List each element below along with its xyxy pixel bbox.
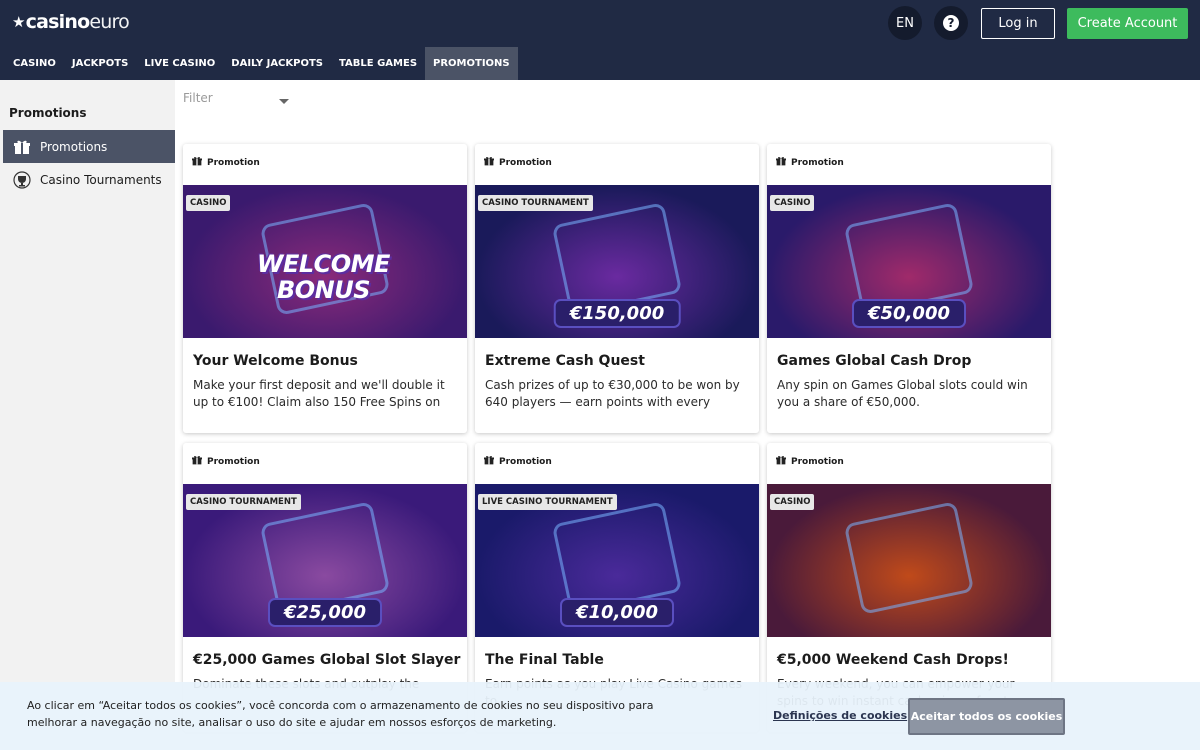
help-button[interactable]: ? (934, 6, 968, 40)
gift-icon (12, 139, 32, 155)
question-icon: ? (943, 15, 959, 31)
logo-text-bold: casino (25, 11, 90, 33)
promo-image: CASINO €50,000 (767, 185, 1051, 338)
promo-image: CASINO (767, 484, 1051, 637)
promo-image: CASINO TOURNAMENT €150,000 (475, 185, 759, 338)
card-title: €5,000 Weekend Cash Drops! (777, 652, 1009, 668)
top-header: ★ casino euro EN ? Log in Create Account… (0, 0, 1200, 80)
card-type-text: Promotion (499, 157, 552, 168)
caret-down-icon (279, 99, 289, 104)
card-type-label: Promotion (192, 156, 260, 169)
gift-icon (484, 455, 494, 468)
card-description: Cash prizes of up to €30,000 to be won b… (485, 378, 740, 409)
card-type-text: Promotion (791, 157, 844, 168)
prize-amount: €10,000 (560, 598, 674, 627)
category-badge: LIVE CASINO TOURNAMENT (478, 494, 617, 510)
gift-icon (776, 455, 786, 468)
prize-amount: €25,000 (268, 598, 382, 627)
nav-promotions[interactable]: PROMOTIONS (425, 47, 518, 80)
card-type-text: Promotion (791, 456, 844, 467)
gift-icon (484, 156, 494, 169)
star-icon: ★ (12, 13, 25, 31)
category-badge: CASINO (186, 195, 231, 211)
sidebar: Promotions Promotions Casino Tournaments (0, 80, 175, 750)
art-text-line: BONUS (276, 276, 371, 304)
card-type-text: Promotion (207, 157, 260, 168)
card-title: Your Welcome Bonus (193, 353, 358, 369)
login-button[interactable]: Log in (981, 7, 1055, 39)
card-type-label: Promotion (776, 156, 844, 169)
card-description: Any spin on Games Global slots could win… (777, 378, 1028, 409)
header-actions: EN ? Log in Create Account (888, 6, 1188, 40)
cookie-text: Ao clicar em “Aceitar todos os cookies”,… (27, 699, 654, 729)
category-badge: CASINO TOURNAMENT (186, 494, 301, 510)
card-title: The Final Table (485, 652, 604, 668)
gift-icon (192, 156, 202, 169)
card-title: Extreme Cash Quest (485, 353, 645, 369)
art-text-line: WELCOME (257, 250, 390, 278)
cookie-settings-link[interactable]: Definições de cookies (773, 709, 907, 722)
sidebar-item-casino-tournaments[interactable]: Casino Tournaments (3, 163, 175, 196)
card-type-text: Promotion (207, 456, 260, 467)
promo-card[interactable]: Promotion CASINO WELCOME BONUS Your Welcome … (183, 144, 467, 433)
nav-table-games[interactable]: TABLE GAMES (331, 47, 425, 80)
sidebar-item-label: Casino Tournaments (40, 172, 162, 187)
category-badge: CASINO TOURNAMENT (478, 195, 593, 211)
card-type-text: Promotion (499, 456, 552, 467)
sidebar-item-label: Promotions (40, 139, 108, 154)
sidebar-item-promotions[interactable]: Promotions (3, 130, 175, 163)
casino-euro-logo[interactable]: ★ casino euro (12, 11, 130, 33)
prize-amount: €50,000 (852, 299, 966, 328)
promo-image: LIVE CASINO TOURNAMENT €10,000 (475, 484, 759, 637)
promo-image: CASINO WELCOME BONUS (183, 185, 467, 338)
filter-dropdown[interactable]: Filter (183, 91, 293, 111)
gift-icon (776, 156, 786, 169)
trophy-icon (12, 170, 32, 189)
sidebar-title: Promotions (9, 106, 87, 120)
nav-daily-jackpots[interactable]: DAILY JACKPOTS (223, 47, 331, 80)
category-badge: CASINO (770, 494, 815, 510)
filter-placeholder: Filter (183, 91, 213, 105)
accept-cookies-button[interactable]: Aceitar todos os cookies (908, 698, 1065, 735)
card-type-label: Promotion (192, 455, 260, 468)
card-type-label: Promotion (776, 455, 844, 468)
create-account-button[interactable]: Create Account (1067, 7, 1188, 39)
language-button[interactable]: EN (888, 6, 922, 40)
neon-decoration (843, 500, 975, 615)
logo-text-light: euro (89, 11, 129, 33)
prize-amount: €150,000 (553, 299, 681, 328)
card-type-label: Promotion (484, 156, 552, 169)
card-type-label: Promotion (484, 455, 552, 468)
welcome-bonus-art-text: WELCOME BONUS (257, 251, 390, 303)
nav-casino[interactable]: CASINO (5, 47, 64, 80)
card-description: Make your first deposit and we'll double… (193, 378, 445, 409)
card-title: €25,000 Games Global Slot Slayer (193, 652, 461, 668)
promo-image: CASINO TOURNAMENT €25,000 (183, 484, 467, 637)
category-badge: CASINO (770, 195, 815, 211)
promo-card[interactable]: Promotion CASINO TOURNAMENT €150,000 Extrem… (475, 144, 759, 433)
nav-jackpots[interactable]: JACKPOTS (64, 47, 136, 80)
card-title: Games Global Cash Drop (777, 353, 972, 369)
main-nav: CASINO JACKPOTS LIVE CASINO DAILY JACKPO… (5, 47, 518, 80)
nav-live-casino[interactable]: LIVE CASINO (136, 47, 223, 80)
gift-icon (192, 455, 202, 468)
cookie-banner: Ao clicar em “Aceitar todos os cookies”,… (0, 682, 1200, 750)
promo-card[interactable]: Promotion CASINO €50,000 Games Global Cash … (767, 144, 1051, 433)
